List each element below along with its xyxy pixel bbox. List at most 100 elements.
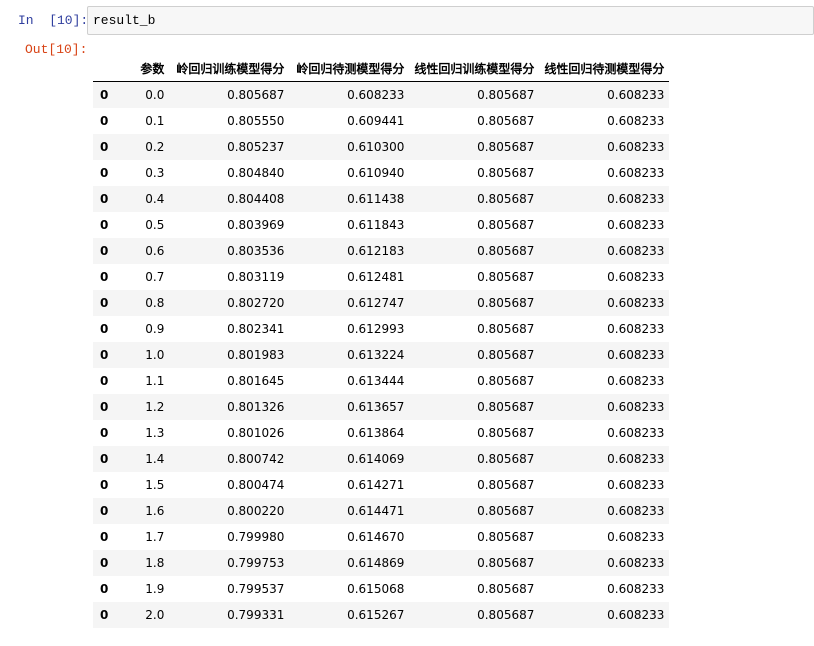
linear-train-cell: 0.805687 (477, 114, 535, 128)
ridge-train-cell: 0.799980 (227, 530, 285, 544)
row-index-cell: 0 (100, 218, 109, 232)
table-row: 0 0.2 0.805237 0.610300 0.805687 0.608233 (93, 134, 670, 160)
param-cell: 0.3 (145, 166, 165, 180)
linear-train-cell: 0.805687 (477, 530, 535, 544)
param-cell: 0.9 (145, 322, 165, 336)
linear-test-cell: 0.608233 (607, 244, 665, 258)
row-index-cell: 0 (100, 452, 109, 466)
ridge-test-cell: 0.612183 (347, 244, 405, 258)
table-row: 0 0.1 0.805550 0.609441 0.805687 0.608233 (93, 108, 669, 134)
ridge-test-cell: 0.610300 (347, 140, 405, 154)
param-cell: 1.9 (145, 582, 165, 596)
linear-train-cell: 0.805687 (477, 322, 535, 336)
column-header-param: 参数 (120, 55, 170, 82)
ridge-test-cell: 0.613444 (347, 374, 405, 388)
row-index-cell: 0 (100, 426, 109, 440)
column-header-linear-train: 线性回归训练模型得分 (409, 55, 540, 82)
linear-test-cell: 0.608233 (607, 478, 665, 492)
table-row: 0 1.0 0.801983 0.613224 0.805687 0.608233 (93, 342, 670, 368)
param-cell: 1.2 (145, 400, 165, 414)
table-header-row: 参数 岭回归训练模型得分 岭回归待测模型得分 线性回归训练模型得分 线性回归待测… (93, 55, 670, 82)
linear-test-cell: 0.608233 (607, 140, 665, 154)
linear-train-cell: 0.805687 (477, 426, 535, 440)
table-body: 0 0.0 0.805687 0.608233 0.805687 0.608233 0 0.1… (93, 81, 670, 628)
linear-train-cell: 0.805687 (477, 504, 535, 518)
param-cell: 1.7 (145, 530, 165, 544)
table-row: 0 0.9 0.802341 0.612993 0.805687 0.608233 (93, 316, 669, 342)
linear-test-cell: 0.608233 (607, 218, 665, 232)
linear-test-cell: 0.608233 (607, 192, 665, 206)
code-cell-editor[interactable]: result_b (87, 6, 814, 35)
row-index-cell: 0 (100, 530, 109, 544)
ridge-test-cell: 0.615267 (347, 608, 405, 622)
table-row: 0 1.2 0.801326 0.613657 0.805687 0.608233 (93, 394, 670, 420)
linear-train-cell: 0.805687 (477, 608, 535, 622)
linear-test-cell: 0.608233 (607, 400, 665, 414)
column-header-index (93, 55, 121, 82)
row-index-cell: 0 (100, 556, 109, 570)
ridge-test-cell: 0.614670 (347, 530, 405, 544)
table-row: 0 2.0 0.799331 0.615267 0.805687 0.608233 (93, 602, 670, 628)
linear-test-cell: 0.608233 (607, 348, 665, 362)
linear-train-cell: 0.805687 (477, 218, 535, 232)
ridge-train-cell: 0.802720 (227, 296, 285, 310)
row-index-cell: 0 (100, 88, 109, 102)
row-index-cell: 0 (100, 166, 109, 180)
param-cell: 1.8 (145, 556, 165, 570)
linear-test-cell: 0.608233 (607, 452, 665, 466)
ridge-test-cell: 0.612747 (347, 296, 405, 310)
ridge-train-cell: 0.799331 (227, 608, 285, 622)
table-row: 0 0.8 0.802720 0.612747 0.805687 0.608233 (93, 290, 670, 316)
output-prompt: Out[10]: (25, 42, 88, 57)
ridge-train-cell: 0.799753 (227, 556, 285, 570)
param-cell: 0.5 (145, 218, 165, 232)
ridge-train-cell: 0.799537 (227, 582, 285, 596)
linear-test-cell: 0.608233 (607, 166, 665, 180)
table-row: 0 1.1 0.801645 0.613444 0.805687 0.608233 (93, 368, 669, 394)
ridge-train-cell: 0.803536 (227, 244, 285, 258)
linear-test-cell: 0.608233 (607, 270, 665, 284)
linear-train-cell: 0.805687 (477, 556, 535, 570)
param-cell: 0.1 (145, 114, 165, 128)
row-index-cell: 0 (100, 192, 109, 206)
row-index-cell: 0 (100, 322, 109, 336)
param-cell: 0.0 (145, 88, 165, 102)
linear-train-cell: 0.805687 (477, 140, 535, 154)
linear-test-cell: 0.608233 (607, 556, 665, 570)
ridge-test-cell: 0.609441 (347, 114, 405, 128)
column-header-ridge-train: 岭回归训练模型得分 (169, 55, 290, 82)
param-cell: 1.3 (145, 426, 165, 440)
ridge-train-cell: 0.804408 (227, 192, 285, 206)
linear-test-cell: 0.608233 (607, 296, 665, 310)
param-cell: 1.6 (145, 504, 165, 518)
column-header-linear-test: 线性回归待测模型得分 (539, 55, 670, 82)
row-index-cell: 0 (100, 296, 109, 310)
ridge-test-cell: 0.612481 (347, 270, 405, 284)
row-index-cell: 0 (100, 400, 109, 414)
code-text: result_b (93, 13, 156, 28)
linear-test-cell: 0.608233 (607, 88, 665, 102)
param-cell: 1.5 (145, 478, 165, 492)
input-prompt: In [10]: (18, 13, 89, 28)
row-index-cell: 0 (100, 348, 109, 362)
ridge-test-cell: 0.613864 (347, 426, 405, 440)
linear-test-cell: 0.608233 (607, 114, 665, 128)
linear-train-cell: 0.805687 (477, 166, 535, 180)
ridge-test-cell: 0.608233 (347, 88, 405, 102)
ridge-test-cell: 0.614271 (347, 478, 405, 492)
row-index-cell: 0 (100, 608, 109, 622)
ridge-train-cell: 0.804840 (227, 166, 285, 180)
param-cell: 0.8 (145, 296, 165, 310)
linear-train-cell: 0.805687 (477, 192, 535, 206)
table-row: 0 0.0 0.805687 0.608233 0.805687 0.608233 (93, 81, 670, 108)
table-row: 0 0.3 0.804840 0.610940 0.805687 0.608233 (93, 160, 669, 186)
ridge-test-cell: 0.612993 (347, 322, 405, 336)
ridge-train-cell: 0.803969 (227, 218, 285, 232)
linear-test-cell: 0.608233 (607, 582, 665, 596)
table-row: 0 1.8 0.799753 0.614869 0.805687 0.608233 (93, 550, 670, 576)
row-index-cell: 0 (100, 504, 109, 518)
linear-train-cell: 0.805687 (477, 88, 535, 102)
ridge-test-cell: 0.615068 (347, 582, 405, 596)
ridge-train-cell: 0.803119 (227, 270, 285, 284)
table-row: 0 1.6 0.800220 0.614471 0.805687 0.608233 (93, 498, 670, 524)
